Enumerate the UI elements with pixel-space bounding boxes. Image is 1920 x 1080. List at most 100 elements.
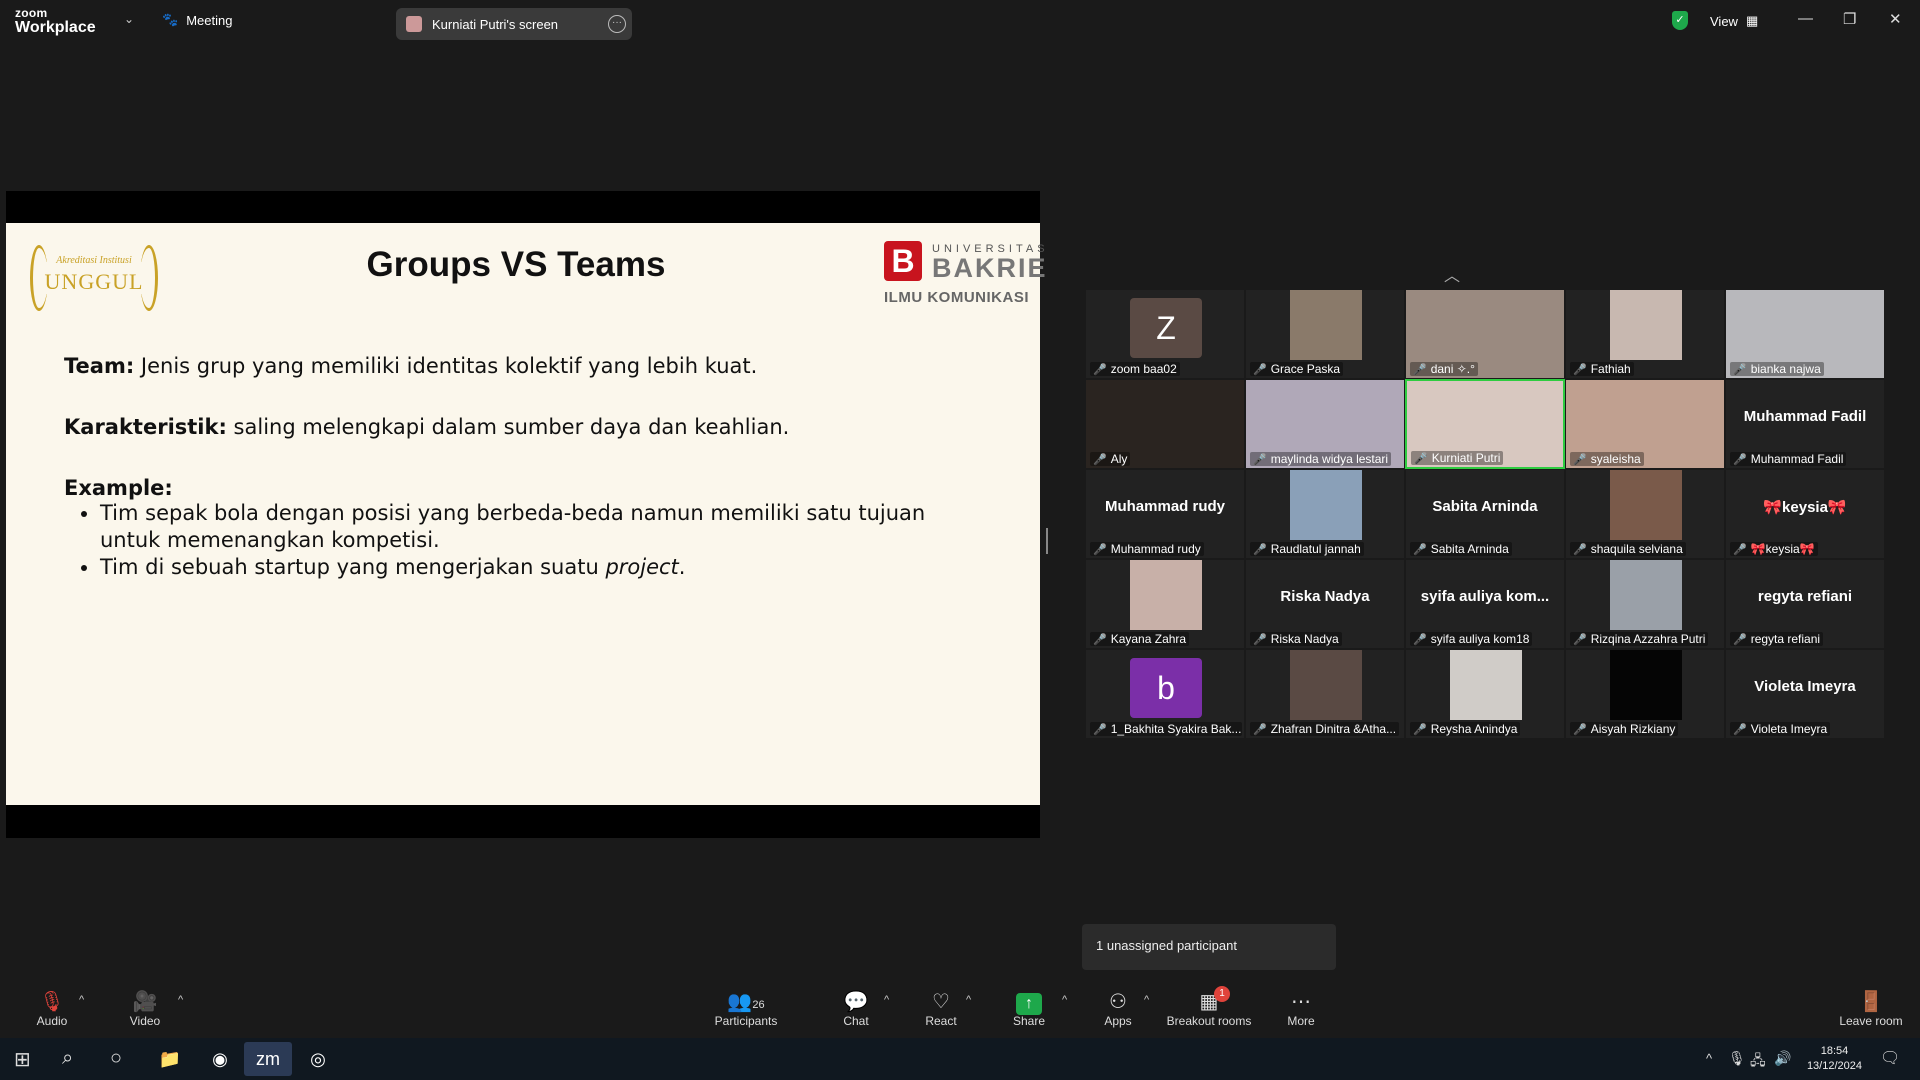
participant-name: syaleisha [1590,452,1641,466]
volume-icon[interactable]: 🔊 [1774,1050,1791,1067]
participant-display-name: syifa auliya kom... [1420,588,1550,605]
search-icon[interactable]: ⌕ [62,1047,73,1070]
video-feed [1290,470,1362,540]
more-button[interactable]: ⋯ More [1286,990,1316,1028]
participant-tile[interactable]: 🎤 Zhafran Dinitra &Atha... [1245,649,1405,739]
video-feed [1290,290,1362,360]
more-options-icon[interactable]: ··· [608,15,626,33]
audio-caret-icon[interactable]: ^ [79,994,84,1006]
participant-name-tag: 🎤 zoom baa02 [1090,362,1180,376]
mic-muted-icon: 🎤 [1093,633,1107,646]
chrome-profile-icon[interactable]: ◎ [294,1042,342,1076]
participant-tile[interactable]: 🎤 Reysha Anindya [1405,649,1565,739]
participant-tile[interactable]: 🎀keysia🎀 🎤 🎀keysia🎀 [1725,469,1885,559]
react-button[interactable]: ♡ React [924,990,958,1028]
participant-tile[interactable]: 🎤 syaleisha [1565,379,1725,469]
share-button[interactable]: ↑ Share [1012,990,1046,1028]
grid-icon: ▦ [1745,13,1759,28]
participant-tile[interactable]: Riska Nadya 🎤 Riska Nadya [1245,559,1405,649]
participant-name: Grace Paska [1270,362,1341,376]
mic-muted-icon: 🎤 [1253,723,1267,736]
share-caret-icon[interactable]: ^ [1062,994,1067,1006]
participant-name-tag: 🎤 maylinda widya lestari [1250,452,1392,466]
participant-name: Kayana Zahra [1110,632,1187,646]
participants-label: Participants [714,1014,778,1028]
participant-tile[interactable]: 🎤 Kayana Zahra [1085,559,1245,649]
participant-tile[interactable]: Violeta Imeyra 🎤 Violeta Imeyra [1725,649,1885,739]
chrome-icon[interactable]: ◉ [196,1042,244,1076]
participant-tile[interactable]: Z 🎤 zoom baa02 [1085,289,1245,379]
leave-label: Leave room [1839,1014,1903,1028]
participant-name: syifa auliya kom18 [1430,632,1530,646]
apps-caret-icon[interactable]: ^ [1144,994,1149,1006]
mic-muted-icon: 🎤 [1573,453,1587,466]
apps-button[interactable]: ⚇ Apps [1102,990,1134,1028]
participant-name-tag: 🎤 Riska Nadya [1250,632,1342,646]
participant-name: Zhafran Dinitra &Atha... [1270,722,1397,736]
chat-caret-icon[interactable]: ^ [884,994,889,1006]
participant-display-name: regyta refiani [1757,588,1853,605]
react-caret-icon[interactable]: ^ [966,994,971,1006]
zoom-app-icon[interactable]: zm [244,1042,292,1076]
microphone-icon[interactable]: 🎙 [1728,1050,1746,1067]
participants-button[interactable]: 👥26 Participants [714,990,778,1028]
mic-muted-icon: 🎤 [1253,543,1267,556]
participant-tile[interactable]: 🎤 Raudlatul jannah [1245,469,1405,559]
network-icon[interactable]: 🖧 [1750,1050,1766,1074]
participant-tile[interactable]: syifa auliya kom... 🎤 syifa auliya kom18 [1405,559,1565,649]
meeting-button[interactable]: 🐾 Meeting [162,12,232,28]
video-button[interactable]: 🎥 Video [128,990,162,1028]
tray-chevron-icon[interactable]: ^ [1706,1051,1712,1066]
participant-tile[interactable]: 🎤 Fathiah [1565,289,1725,379]
video-feed [1450,650,1522,720]
chat-icon: 💬 [843,991,869,1013]
participant-tile[interactable]: 🎤 Rizqina Azzahra Putri [1565,559,1725,649]
share-icon: ↑ [1016,993,1042,1015]
mic-muted-icon: 🎤 [1093,543,1107,556]
screen-pill-label: Kurniati Putri's screen [432,16,559,32]
participant-name-tag: 🎤 regyta refiani [1730,632,1824,646]
mic-muted-icon: 🎤 [1253,363,1267,376]
participant-tile[interactable]: 🎤 bianka najwa [1725,289,1885,379]
restore-icon[interactable]: ❐ [1843,10,1856,28]
close-icon[interactable]: ✕ [1889,10,1902,28]
cortana-icon[interactable]: ○ [110,1047,122,1070]
avatar: b [1130,658,1202,718]
chevron-down-icon[interactable]: ⌄ [124,12,134,26]
chevron-up-icon[interactable]: ︿ [1444,262,1460,286]
team-text: Jenis grup yang memiliki identitas kolek… [134,354,758,378]
unassigned-banner[interactable]: 1 unassigned participant [1082,924,1336,970]
breakout-rooms-button[interactable]: ▦ 1 Breakout rooms [1164,986,1254,1028]
char-label: Karakteristik: [64,415,227,439]
shared-screen-pill[interactable]: Kurniati Putri's screen ··· [396,8,632,40]
file-explorer-icon[interactable]: 📁 [146,1042,194,1076]
video-caret-icon[interactable]: ^ [178,994,183,1006]
participant-tile[interactable]: 🎤 dani ✧.° [1405,289,1565,379]
participant-tile[interactable]: Muhammad rudy 🎤 Muhammad rudy [1085,469,1245,559]
view-button[interactable]: View ▦ [1710,13,1758,29]
system-clock[interactable]: 18:54 13/12/2024 [1807,1044,1862,1074]
mic-muted-icon: 🎤 [1733,723,1747,736]
shield-check-icon[interactable]: ✓ [1672,11,1688,30]
chat-button[interactable]: 💬 Chat [840,990,872,1028]
windows-start-icon[interactable]: ⊞ [14,1047,31,1072]
participant-name: dani ✧.° [1430,362,1475,376]
participant-tile[interactable]: Sabita Arninda 🎤 Sabita Arninda [1405,469,1565,559]
audio-button[interactable]: 🎙 Audio [36,990,68,1028]
leave-room-button[interactable]: 🚪 Leave room [1838,990,1904,1028]
participant-tile[interactable]: regyta refiani 🎤 regyta refiani [1725,559,1885,649]
participants-icon: 👥26 [727,991,765,1013]
participant-tile[interactable]: 🎤 Kurniati Putri [1405,379,1565,469]
participant-tile[interactable]: 🎤 shaquila selviana [1565,469,1725,559]
participant-tile[interactable]: 🎤 Grace Paska [1245,289,1405,379]
notifications-icon[interactable]: 🗨 [1880,1048,1900,1068]
participant-tile[interactable]: 🎤 Aly [1085,379,1245,469]
participant-tile[interactable]: Muhammad Fadil 🎤 Muhammad Fadil [1725,379,1885,469]
participant-tile[interactable]: 🎤 maylinda widya lestari [1245,379,1405,469]
apps-icon: ⚇ [1109,991,1127,1013]
mic-muted-icon: 🎤 [1413,543,1427,556]
participant-tile[interactable]: b 🎤 1_Bakhita Syakira Bak... [1085,649,1245,739]
participant-tile[interactable]: 🎤 Aisyah Rizkiany [1565,649,1725,739]
minimize-icon[interactable]: — [1798,10,1813,27]
splitter-handle[interactable] [1046,528,1048,554]
